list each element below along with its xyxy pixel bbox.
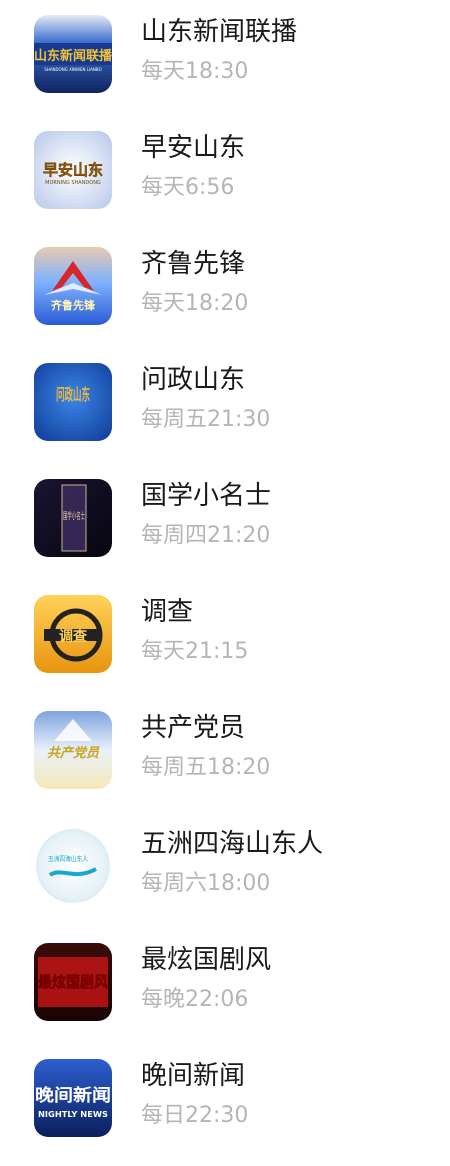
program-schedule: 每晚22:06 (141, 987, 249, 1012)
program-title: 问政山东 (141, 365, 246, 395)
svg-text:齐鲁先锋: 齐鲁先锋 (51, 298, 96, 312)
program-schedule: 每天6:56 (141, 175, 235, 200)
svg-text:山东新闻联播: 山东新闻联播 (34, 48, 112, 64)
program-thumbnail: 问政山东 (34, 363, 112, 441)
svg-text:最炫国剧风: 最炫国剧风 (38, 973, 108, 991)
program-item[interactable]: 山东新闻联播 SHANDONG XINWEN LIANBO 山东新闻联播 每天1… (0, 0, 450, 116)
svg-text:NIGHTLY NEWS: NIGHTLY NEWS (38, 1110, 108, 1119)
program-title: 调查 (141, 597, 194, 627)
svg-text:问政山东: 问政山东 (56, 385, 90, 404)
program-item[interactable]: 晚间新闻 NIGHTLY NEWS 晚间新闻 每日22:30 (0, 1044, 450, 1160)
program-logo-image: 最炫国剧风 (34, 943, 112, 1021)
program-title: 晚间新闻 (141, 1061, 246, 1091)
program-logo-image: 调查 (34, 595, 112, 673)
program-logo-image: 山东新闻联播 SHANDONG XINWEN LIANBO (34, 15, 112, 93)
program-schedule: 每周六18:00 (141, 871, 271, 896)
program-schedule: 每天18:20 (141, 291, 249, 316)
svg-text:MORNING SHANDONG: MORNING SHANDONG (45, 180, 101, 186)
svg-text:五洲四海山东人: 五洲四海山东人 (48, 854, 88, 863)
program-schedule: 每日22:30 (141, 1103, 249, 1128)
program-item[interactable]: 最炫国剧风 最炫国剧风 每晚22:06 (0, 928, 450, 1044)
program-schedule: 每周四21:20 (141, 523, 271, 548)
program-title: 早安山东 (141, 133, 246, 163)
svg-text:SHANDONG XINWEN LIANBO: SHANDONG XINWEN LIANBO (44, 67, 101, 72)
program-item[interactable]: 调查 调查 每天21:15 (0, 580, 450, 696)
svg-text:国学小名士: 国学小名士 (63, 510, 85, 522)
program-title: 齐鲁先锋 (141, 249, 246, 279)
program-thumbnail: 国学小名士 (34, 479, 112, 557)
program-title: 共产党员 (141, 713, 246, 743)
program-item[interactable]: 问政山东 问政山东 每周五21:30 (0, 348, 450, 464)
program-thumbnail: 早安山东 MORNING SHANDONG (34, 131, 112, 209)
program-item[interactable]: 共产党员 共产党员 每周五18:20 (0, 696, 450, 812)
program-title: 五洲四海山东人 (141, 829, 324, 859)
svg-text:调查: 调查 (59, 628, 88, 645)
program-logo-image: 国学小名士 (34, 479, 112, 557)
program-thumbnail: 最炫国剧风 (34, 943, 112, 1021)
svg-text:晚间新闻: 晚间新闻 (35, 1085, 111, 1106)
program-title: 最炫国剧风 (141, 945, 272, 975)
program-list: 山东新闻联播 SHANDONG XINWEN LIANBO 山东新闻联播 每天1… (0, 0, 450, 1166)
program-logo-image: 齐鲁先锋 (34, 247, 112, 325)
svg-text:早安山东: 早安山东 (43, 161, 103, 179)
program-item[interactable]: 五洲四海山东人 五洲四海山东人 每周六18:00 (0, 812, 450, 928)
program-logo-image: 共产党员 (34, 711, 112, 789)
program-schedule: 每天21:15 (141, 639, 249, 664)
program-thumbnail: 齐鲁先锋 (34, 247, 112, 325)
program-item[interactable]: 齐鲁先锋 齐鲁先锋 每天18:20 (0, 232, 450, 348)
program-thumbnail: 共产党员 (34, 711, 112, 789)
program-item[interactable]: 早安山东 MORNING SHANDONG 早安山东 每天6:56 (0, 116, 450, 232)
program-logo-image: 晚间新闻 NIGHTLY NEWS (34, 1059, 112, 1137)
program-schedule: 每周五18:20 (141, 755, 271, 780)
program-schedule: 每周五21:30 (141, 407, 271, 432)
program-thumbnail: 晚间新闻 NIGHTLY NEWS (34, 1059, 112, 1137)
program-schedule: 每天18:30 (141, 59, 249, 84)
program-logo-image: 问政山东 (34, 363, 112, 441)
program-title: 国学小名士 (141, 481, 272, 511)
program-item[interactable]: 国学小名士 国学小名士 每周四21:20 (0, 464, 450, 580)
program-thumbnail: 山东新闻联播 SHANDONG XINWEN LIANBO (34, 15, 112, 93)
program-title: 山东新闻联播 (141, 17, 298, 47)
program-thumbnail: 调查 (34, 595, 112, 673)
svg-text:共产党员: 共产党员 (47, 745, 100, 761)
program-logo-image: 五洲四海山东人 (34, 827, 112, 905)
program-thumbnail: 五洲四海山东人 (34, 827, 112, 905)
program-logo-image: 早安山东 MORNING SHANDONG (34, 131, 112, 209)
